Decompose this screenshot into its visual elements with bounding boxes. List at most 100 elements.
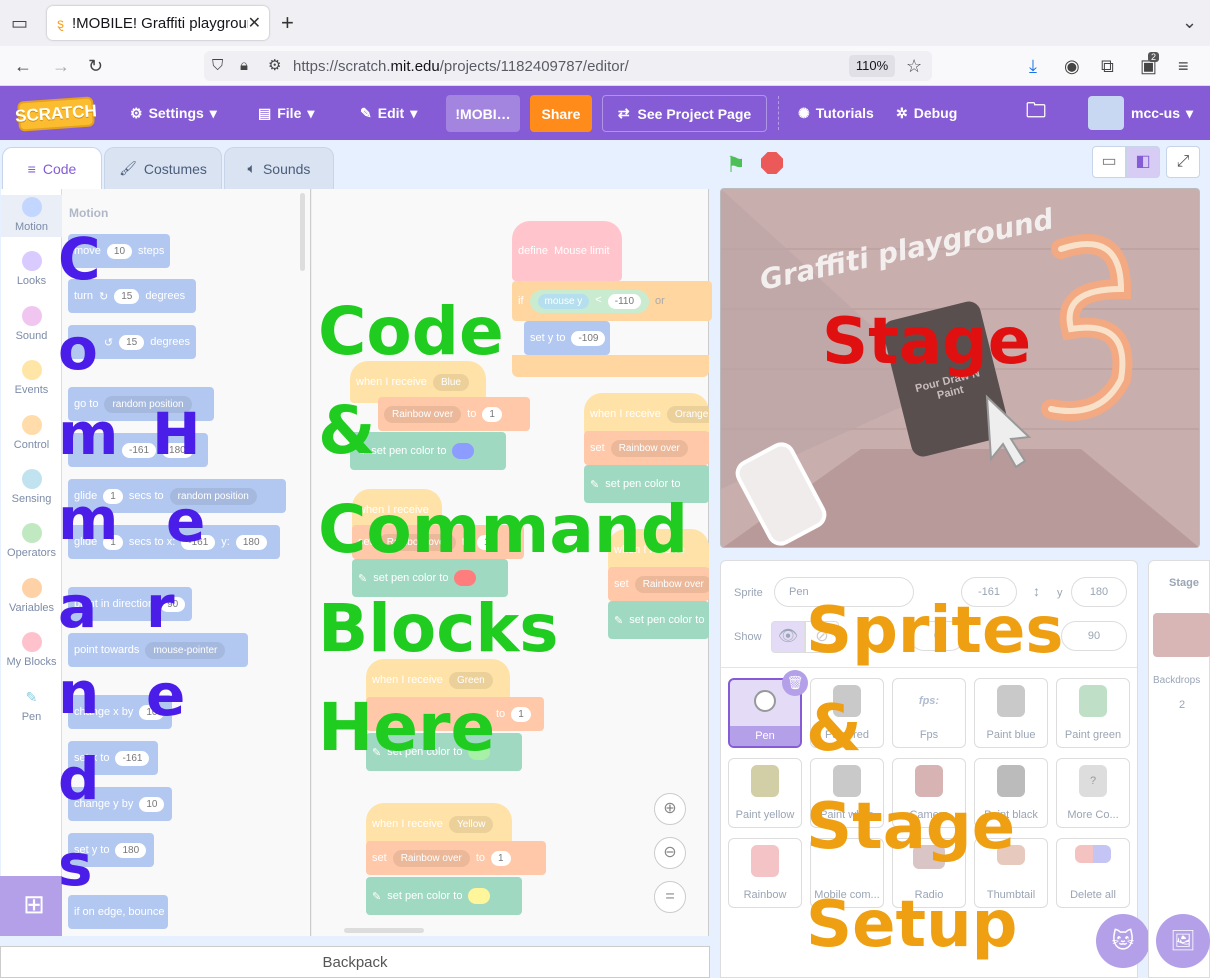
category-looks[interactable]: Looks bbox=[1, 251, 62, 287]
workspace-scrollbar[interactable] bbox=[344, 928, 424, 933]
block-when-receive-yellow[interactable]: when I receive Yellow bbox=[366, 803, 512, 845]
forward-icon[interactable]: → bbox=[52, 56, 70, 76]
stage-thumbnail bbox=[1153, 613, 1210, 657]
show-visible-icon[interactable]: 👁︎ bbox=[771, 621, 805, 653]
overlay-here-h: H bbox=[152, 400, 201, 468]
scratch-logo[interactable]: SCRATCH bbox=[14, 96, 97, 132]
block-define[interactable]: define Mouse limit bbox=[512, 221, 622, 281]
category-variables[interactable]: Variables bbox=[1, 578, 62, 614]
block-text: y: bbox=[221, 536, 230, 548]
lock-icon[interactable]: 🔒︎ bbox=[240, 56, 248, 76]
block-input[interactable]: 1 bbox=[491, 850, 511, 866]
zoom-level[interactable]: 110% bbox=[849, 55, 895, 77]
stage-label: Stage bbox=[1169, 577, 1199, 589]
overlay-commands-n: n bbox=[58, 659, 100, 727]
tab-sounds[interactable]: 🔈︎ Sounds bbox=[224, 147, 334, 189]
block-set-rainbow-6[interactable]: set Rainbow over to 1 bbox=[366, 841, 546, 875]
sprite-tile[interactable]: Paint green bbox=[1056, 678, 1130, 748]
bookmark-star-icon[interactable]: ☆ bbox=[906, 56, 922, 76]
tab-code[interactable]: ≡ Code bbox=[2, 147, 102, 189]
shield-icon[interactable]: ⛉ bbox=[212, 56, 223, 76]
edit-menu[interactable]: ✎ Edit ▾ bbox=[360, 86, 417, 140]
category-my-blocks[interactable]: My Blocks bbox=[1, 632, 62, 668]
share-button[interactable]: Share bbox=[530, 95, 592, 132]
account-menu[interactable]: mcc-us ▾ bbox=[1131, 86, 1193, 140]
backpack[interactable]: Backpack bbox=[0, 946, 710, 978]
block-input[interactable]: -161 bbox=[115, 750, 150, 766]
block-input[interactable]: 15 bbox=[114, 288, 140, 304]
see-project-page-button[interactable]: ⇄ See Project Page bbox=[602, 95, 767, 132]
block-input[interactable]: 180 bbox=[115, 842, 147, 858]
downloads-icon[interactable]: ⤓ bbox=[1029, 56, 1037, 76]
block-input[interactable]: 10 bbox=[139, 796, 165, 812]
block-bounce[interactable]: if on edge, bounce bbox=[68, 895, 168, 929]
close-tab-icon[interactable]: ✕ bbox=[248, 13, 261, 33]
category-control[interactable]: Control bbox=[1, 415, 62, 451]
my-stuff-folder-icon[interactable]: 🗀︎ bbox=[1026, 86, 1046, 140]
back-icon[interactable]: ← bbox=[14, 56, 32, 76]
block-input[interactable]: 180 bbox=[235, 534, 267, 550]
avatar[interactable] bbox=[1088, 96, 1124, 130]
green-flag-icon[interactable]: ⚑ bbox=[726, 152, 746, 178]
color-swatch[interactable] bbox=[468, 888, 491, 904]
zoom-in-icon[interactable]: ⊕ bbox=[654, 793, 686, 825]
sprite-tile[interactable]: Paint yellow bbox=[728, 758, 802, 828]
reload-icon[interactable]: ↻ bbox=[88, 56, 103, 76]
extension-icon[interactable]: ◉ bbox=[1064, 56, 1080, 76]
category-sound[interactable]: Sound bbox=[1, 306, 62, 342]
fullscreen-icon[interactable]: ⤢ bbox=[1166, 146, 1200, 178]
small-stage-icon[interactable]: ▭ bbox=[1092, 146, 1126, 178]
palette-scrollbar[interactable] bbox=[300, 193, 305, 271]
category-sensing[interactable]: Sensing bbox=[1, 469, 62, 505]
extensions-puzzle-icon[interactable]: ⧉ bbox=[1101, 56, 1114, 76]
menu-icon[interactable]: ≡ bbox=[1178, 56, 1189, 76]
category-dot bbox=[21, 360, 42, 380]
large-stage-icon[interactable]: ◧ bbox=[1126, 146, 1160, 178]
block-set-pen-color-yellow[interactable]: ✎ set pen color to bbox=[366, 877, 522, 915]
category-operators[interactable]: Operators bbox=[1, 523, 62, 559]
sprite-name: Paint green bbox=[1064, 729, 1122, 741]
category-pen[interactable]: ✎ Pen bbox=[1, 687, 62, 723]
file-menu[interactable]: ▤ File ▾ bbox=[258, 86, 314, 140]
overlay-line: Stage bbox=[806, 790, 1016, 864]
block-input[interactable]: 15 bbox=[119, 334, 145, 350]
gear-icon: ⚙ bbox=[130, 104, 143, 121]
category-dot bbox=[21, 197, 42, 217]
permissions-icon[interactable]: ⚙ bbox=[268, 56, 281, 76]
sprite-thumbnail: ? bbox=[1079, 765, 1107, 797]
url-text[interactable]: https://scratch.mit.edu/projects/1182409… bbox=[293, 58, 629, 75]
direction-field[interactable]: 90 bbox=[1061, 621, 1127, 651]
tutorials-button[interactable]: ✺ Tutorials bbox=[798, 86, 874, 140]
zoom-out-icon[interactable]: ⊖ bbox=[654, 837, 686, 869]
sprite-tile[interactable]: Delete all bbox=[1056, 838, 1130, 908]
sprite-tile[interactable]: Rainbow bbox=[728, 838, 802, 908]
zoom-reset-icon[interactable]: = bbox=[654, 881, 686, 913]
sprite-thumbnail bbox=[751, 765, 779, 797]
overlay-commands-s: s bbox=[58, 831, 93, 899]
overlay-code-label: Code & Command Blocks Here bbox=[318, 282, 688, 777]
project-title-field[interactable]: !MOBI… bbox=[446, 95, 520, 132]
overlay-line: & bbox=[806, 692, 862, 766]
browser-tab[interactable]: ȿ !MOBILE! Graffiti playground ✕ bbox=[47, 6, 269, 40]
brush-icon: 🖌︎ bbox=[119, 160, 137, 176]
block-dropdown[interactable]: mouse-pointer bbox=[145, 641, 226, 659]
add-backdrop-icon[interactable]: 🖼︎ bbox=[1156, 914, 1210, 968]
sprite-tile[interactable]: ? More Co... bbox=[1056, 758, 1130, 828]
new-tab-button[interactable]: + bbox=[281, 10, 294, 36]
list-all-tabs-icon[interactable]: ⌄ bbox=[1182, 12, 1197, 32]
block-text: if on edge, bounce bbox=[74, 906, 165, 918]
add-sprite-icon[interactable]: 🐱︎ bbox=[1096, 914, 1150, 968]
y-field[interactable]: 180 bbox=[1071, 577, 1127, 607]
category-events[interactable]: Events bbox=[1, 360, 62, 396]
category-motion[interactable]: Motion bbox=[1, 195, 62, 237]
settings-menu[interactable]: ⚙ Settings ▾ bbox=[130, 86, 217, 140]
tab-costumes[interactable]: 🖌︎ Costumes bbox=[104, 147, 222, 189]
delete-sprite-icon[interactable]: 🗑︎ bbox=[782, 670, 808, 696]
block-input[interactable]: -161 bbox=[122, 442, 157, 458]
block-input[interactable]: 10 bbox=[106, 243, 133, 259]
debug-button[interactable]: ✲ Debug bbox=[896, 86, 957, 140]
block-dropdown[interactable]: Yellow bbox=[448, 815, 494, 833]
tab-overview-icon[interactable]: ▭ bbox=[11, 13, 28, 33]
block-dropdown[interactable]: Rainbow over bbox=[392, 849, 470, 867]
category-dot bbox=[21, 251, 42, 271]
